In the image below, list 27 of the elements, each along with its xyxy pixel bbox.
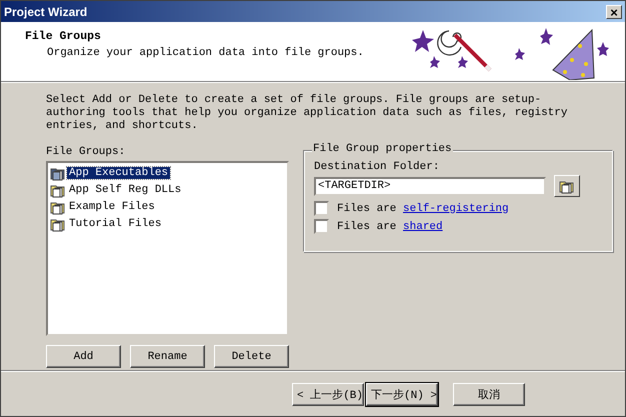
nav-button[interactable]: 取消 — [453, 382, 525, 406]
checkbox-label: Files are shared — [337, 220, 443, 232]
checkbox[interactable] — [314, 201, 329, 216]
field-label: Destination Folder: — [314, 161, 440, 173]
action-button[interactable]: Add — [46, 345, 121, 368]
nav-button[interactable]: < 上一步(B) — [292, 382, 364, 406]
action-button[interactable]: Rename — [130, 345, 205, 368]
file-groups-list[interactable]: App Executables App Self Reg DLLs Example Files Tutorial Files — [46, 161, 289, 336]
list-label: File Groups: — [46, 146, 126, 158]
group-title: File Group properties — [312, 143, 453, 155]
page-subtitle: Organize your application data into file groups. — [46, 46, 364, 59]
link[interactable]: shared — [403, 220, 443, 232]
browse-button[interactable] — [554, 175, 580, 197]
action-button[interactable]: Delete — [214, 345, 289, 368]
window-title: Project Wizard — [4, 4, 88, 18]
list-item[interactable]: App Executables — [67, 166, 170, 178]
list-item[interactable]: App Self Reg DLLs — [67, 184, 184, 196]
page-title: File Groups — [25, 30, 102, 43]
nav-button[interactable]: 下一步(N) > — [366, 382, 438, 406]
list-item[interactable]: Example Files — [67, 200, 157, 212]
instruction-text: Select Add or Delete to create a set of file groups. File groups are setup-authoring tools that help you organize application data such as files, registry entries, and shortcuts. — [46, 94, 568, 133]
checkbox[interactable] — [314, 219, 329, 234]
destination-field[interactable]: <TARGETDIR> — [314, 176, 546, 196]
close-button[interactable]: × — [606, 4, 622, 18]
list-item[interactable]: Tutorial Files — [67, 218, 164, 230]
checkbox-label: Files are self-registering — [337, 202, 509, 214]
link[interactable]: self-registering — [403, 202, 509, 214]
